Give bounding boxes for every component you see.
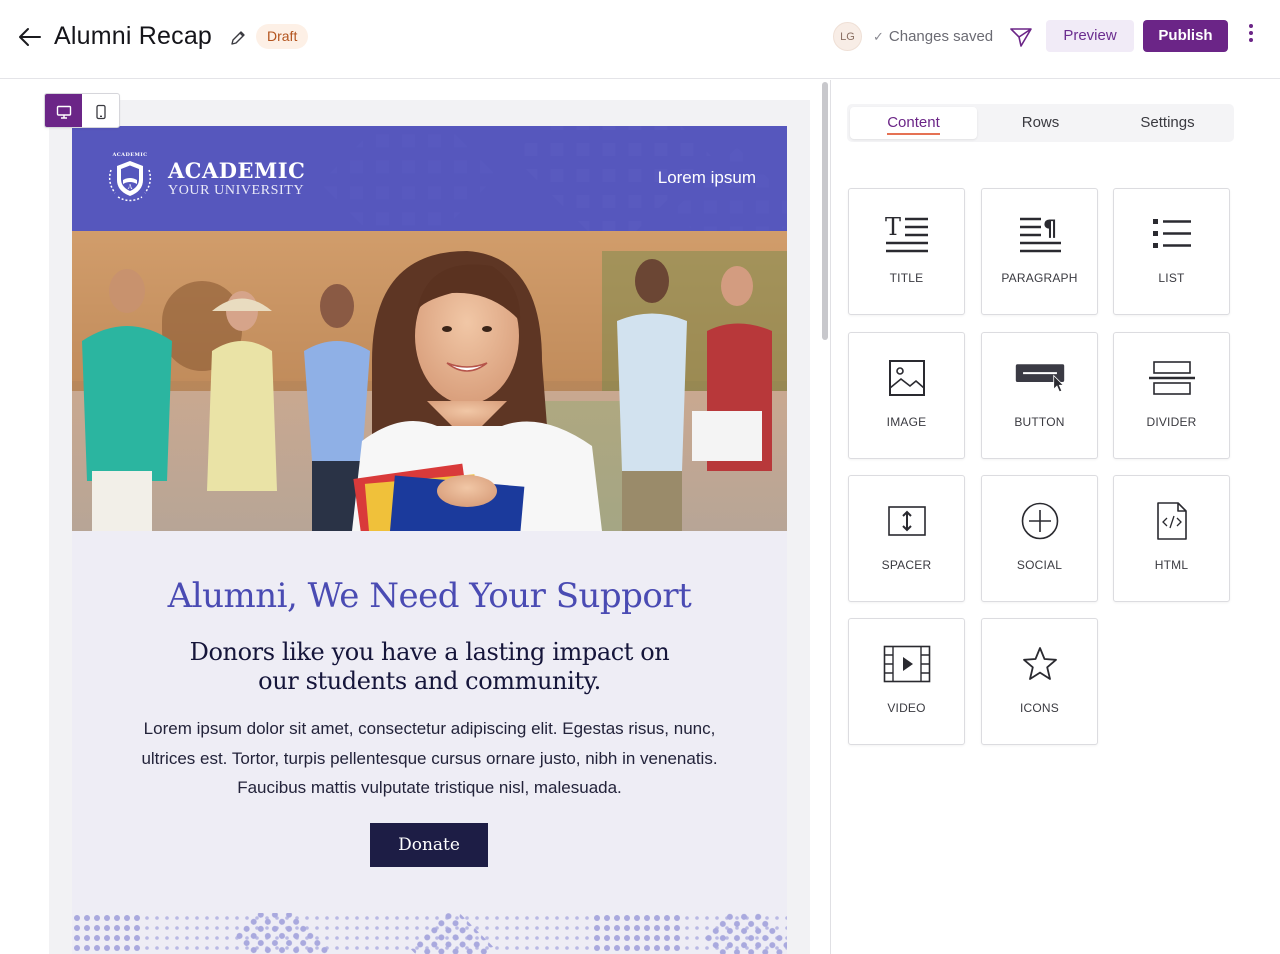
svg-text:ACADEMIC: ACADEMIC (112, 152, 148, 158)
block-list[interactable]: LIST (1113, 188, 1230, 315)
block-label: HTML (1154, 558, 1189, 572)
tab-settings[interactable]: Settings (1104, 107, 1231, 139)
save-status-text: Changes saved (888, 28, 994, 45)
block-social[interactable]: SOCIAL (981, 475, 1098, 602)
header-link[interactable]: Lorem ipsum (658, 168, 756, 188)
tab-settings-label: Settings (1140, 114, 1195, 131)
svg-text:T: T (885, 214, 901, 241)
mobile-icon (95, 104, 106, 119)
desktop-icon (56, 105, 71, 119)
email-body-text[interactable]: Lorem ipsum dolor sit amet, consectetur … (124, 714, 735, 803)
save-status: ✓ Changes saved (873, 27, 993, 47)
checkmark-icon: ✓ (873, 29, 884, 44)
canvas-scrollbar[interactable] (821, 80, 829, 954)
brand-name: ACADEMIC (168, 158, 306, 183)
footer-dot-pattern (72, 913, 787, 954)
block-paragraph[interactable]: ¶ PARAGRAPH (981, 188, 1098, 315)
tab-content-label: Content (887, 114, 940, 135)
tab-rows[interactable]: Rows (977, 107, 1104, 139)
avatar[interactable]: LG (833, 22, 862, 51)
donate-button[interactable]: Donate (370, 823, 488, 867)
block-label: ICONS (1019, 701, 1059, 715)
divider-icon (1147, 355, 1197, 401)
button-icon (1015, 355, 1065, 401)
video-icon (882, 641, 932, 687)
view-mode-toggle (44, 93, 120, 128)
svg-text:A: A (127, 184, 133, 191)
block-title[interactable]: T TITLE (848, 188, 965, 315)
email-subheadline[interactable]: Donors like you have a lasting impact on… (172, 638, 687, 696)
edit-title-icon[interactable] (229, 29, 247, 47)
title-icon: T (882, 211, 932, 257)
block-image[interactable]: IMAGE (848, 332, 965, 459)
editor-canvas: ACADEMIC A ACADEMIC YOUR UNIVERSITY Lore… (0, 80, 820, 954)
preview-button[interactable]: Preview (1046, 20, 1134, 52)
brand-subtitle: YOUR UNIVERSITY (168, 183, 305, 198)
send-test-icon[interactable] (1008, 24, 1034, 50)
block-label: SOCIAL (1016, 558, 1063, 572)
tab-content[interactable]: Content (850, 107, 977, 139)
hero-image[interactable] (72, 231, 787, 531)
university-crest-logo: ACADEMIC A (108, 152, 152, 202)
star-icon (1015, 641, 1065, 687)
block-label: PARAGRAPH (1001, 271, 1078, 285)
block-label: BUTTON (1014, 415, 1065, 429)
spacer-icon (882, 498, 932, 544)
mobile-view-button[interactable] (82, 94, 119, 127)
status-badge: Draft (256, 24, 309, 49)
paragraph-icon: ¶ (1015, 211, 1065, 257)
block-html[interactable]: HTML (1113, 475, 1230, 602)
page-title: Alumni Recap (54, 22, 213, 50)
content-panel: Content Rows Settings T TITLE ¶ PARAGRAP… (831, 80, 1280, 954)
block-label: IMAGE (886, 415, 927, 429)
scrollbar-thumb[interactable] (822, 82, 828, 340)
email-preview: ACADEMIC A ACADEMIC YOUR UNIVERSITY Lore… (72, 126, 787, 954)
desktop-view-button[interactable] (45, 94, 82, 127)
panel-tabs: Content Rows Settings (847, 104, 1234, 142)
block-button[interactable]: BUTTON (981, 332, 1098, 459)
block-label: TITLE (889, 271, 924, 285)
social-icon (1015, 498, 1065, 544)
list-icon (1147, 211, 1197, 257)
block-label: SPACER (881, 558, 932, 572)
back-arrow-icon[interactable] (16, 23, 44, 51)
block-label: LIST (1158, 271, 1185, 285)
block-spacer[interactable]: SPACER (848, 475, 965, 602)
image-icon (882, 355, 932, 401)
email-headline[interactable]: Alumni, We Need Your Support (72, 574, 787, 618)
email-header[interactable]: ACADEMIC A ACADEMIC YOUR UNIVERSITY Lore… (72, 126, 787, 231)
tab-rows-label: Rows (1021, 114, 1060, 131)
block-label: VIDEO (887, 701, 926, 715)
svg-text:¶: ¶ (1043, 217, 1057, 242)
block-divider[interactable]: DIVIDER (1113, 332, 1230, 459)
block-label: DIVIDER (1146, 415, 1197, 429)
publish-button[interactable]: Publish (1143, 20, 1228, 52)
more-options-icon[interactable] (1242, 22, 1260, 48)
block-video[interactable]: VIDEO (848, 618, 965, 745)
top-bar: Alumni Recap Draft LG ✓ Changes saved Pre… (0, 0, 1280, 79)
block-icons[interactable]: ICONS (981, 618, 1098, 745)
html-icon (1147, 498, 1197, 544)
